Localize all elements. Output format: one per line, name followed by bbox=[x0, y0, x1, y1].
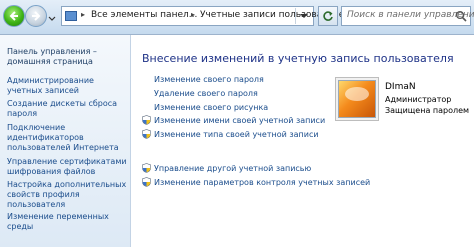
sidebar-item-environment-variables[interactable]: Изменение переменных среды bbox=[7, 212, 127, 232]
address-bar[interactable]: ▸ Все элементы панел... ▸ Учетные записи… bbox=[61, 6, 350, 26]
user-role: Администратор bbox=[385, 95, 452, 104]
sidebar-item-reset-disk[interactable]: Создание дискеты сброса пароля bbox=[7, 99, 127, 119]
uac-shield-icon bbox=[142, 129, 151, 139]
address-dropdown-button[interactable] bbox=[295, 8, 312, 24]
refresh-button[interactable] bbox=[318, 6, 338, 26]
sidebar-item-profile-properties[interactable]: Настройка дополнительных свойств профиля… bbox=[7, 180, 127, 210]
task-manage-other-account[interactable]: Управление другой учетной записью bbox=[154, 164, 311, 173]
uac-shield-icon bbox=[142, 163, 151, 173]
avatar-highlight bbox=[345, 87, 369, 101]
sidebar: Панель управления – домашняя страница Ад… bbox=[0, 35, 131, 247]
recent-pages-button[interactable] bbox=[47, 10, 57, 22]
main-content: Внесение изменений в учетную запись поль… bbox=[131, 35, 474, 247]
chevron-down-icon bbox=[48, 16, 56, 21]
uac-shield-icon bbox=[142, 177, 151, 187]
search-icon[interactable] bbox=[455, 10, 467, 22]
uac-shield-icon bbox=[142, 115, 151, 125]
sidebar-item-link-ids[interactable]: Подключение идентификаторов пользователе… bbox=[7, 123, 127, 153]
breadcrumb-separator-icon: ▸ bbox=[81, 10, 86, 19]
back-button[interactable] bbox=[3, 5, 25, 27]
avatar bbox=[338, 80, 376, 118]
breadcrumb-all-items[interactable]: Все элементы панел... bbox=[91, 10, 197, 20]
user-password-status: Защищена паролем bbox=[385, 106, 470, 115]
refresh-icon bbox=[323, 11, 333, 21]
back-arrow-icon bbox=[9, 11, 18, 21]
navigation-toolbar: ▸ Все элементы панел... ▸ Учетные записи… bbox=[0, 0, 474, 35]
task-change-account-name[interactable]: Изменение имени своей учетной записи bbox=[154, 116, 325, 125]
breadcrumb-separator-icon: ▸ bbox=[191, 10, 196, 19]
user-name: DImaN bbox=[385, 82, 416, 92]
task-change-account-type[interactable]: Изменение типа своей учетной записи bbox=[154, 130, 319, 139]
task-uac-settings[interactable]: Изменение параметров контроля учетных за… bbox=[154, 178, 370, 187]
sidebar-item-home[interactable]: Панель управления – домашняя страница bbox=[7, 47, 127, 67]
task-change-picture[interactable]: Изменение своего рисунка bbox=[154, 103, 268, 112]
task-remove-password[interactable]: Удаление своего пароля bbox=[154, 89, 258, 98]
page-title: Внесение изменений в учетную запись поль… bbox=[142, 52, 454, 65]
sidebar-item-manage-accounts[interactable]: Администрирование учетных записей bbox=[7, 76, 127, 96]
task-change-password[interactable]: Изменение своего пароля bbox=[154, 75, 264, 84]
forward-arrow-icon bbox=[32, 11, 41, 21]
sidebar-item-certificates[interactable]: Управление сертификатами шифрования файл… bbox=[7, 157, 127, 177]
chevron-down-icon bbox=[300, 14, 308, 18]
user-account-tile: DImaN Администратор Защищена паролем bbox=[333, 76, 469, 123]
forward-button[interactable] bbox=[25, 5, 47, 27]
control-panel-icon bbox=[65, 11, 77, 21]
search-input[interactable]: Поиск в панели управления bbox=[341, 6, 474, 26]
